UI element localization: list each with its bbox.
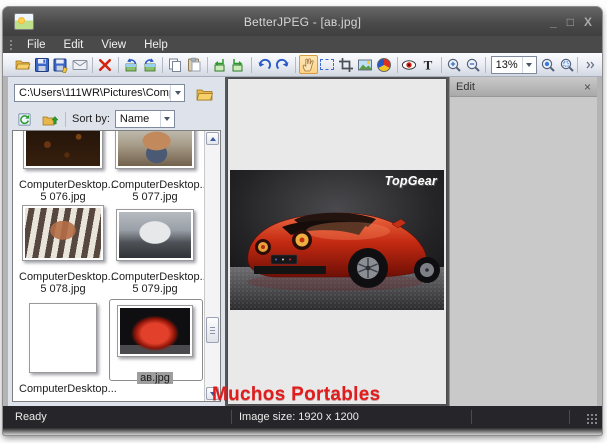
svg-text:T: T bbox=[424, 57, 433, 72]
redo-button[interactable] bbox=[273, 55, 292, 74]
toolbar-grip[interactable] bbox=[9, 57, 11, 72]
hand-tool-button[interactable] bbox=[298, 55, 318, 74]
undo-button[interactable] bbox=[254, 55, 273, 74]
zoom-level-combo[interactable]: 13% bbox=[490, 55, 537, 74]
zoom-in-button[interactable] bbox=[444, 55, 463, 74]
status-separator bbox=[231, 410, 232, 424]
edit-panel-header[interactable]: Edit × bbox=[450, 77, 597, 97]
selected-thumbnail-label: ав.jpg bbox=[137, 372, 173, 384]
main-photo[interactable]: TopGear bbox=[230, 170, 444, 310]
image-canvas[interactable]: TopGear bbox=[225, 77, 449, 406]
scroll-up-button[interactable] bbox=[206, 132, 219, 145]
zoom-level-value: 13% bbox=[495, 58, 518, 71]
rotate-image-left-button[interactable] bbox=[121, 55, 140, 74]
sort-combo-arrow[interactable] bbox=[159, 111, 174, 127]
menu-edit[interactable]: Edit bbox=[55, 38, 93, 52]
desktop: BetterJPEG - [ав.jpg] _ □ X File Edit Vi… bbox=[0, 0, 607, 443]
thumbnail-item[interactable]: ComputerDesktop... 5 077.jpg bbox=[111, 131, 209, 203]
folder-path-value: C:\Users\111WR\Pictures\Comput bbox=[19, 87, 170, 99]
thumbnail-list: ComputerDesktop... 5 076.jpg ComputerDesk… bbox=[12, 130, 221, 402]
menu-file[interactable]: File bbox=[18, 38, 55, 52]
browse-folder-button[interactable] bbox=[191, 84, 217, 104]
actual-size-button[interactable] bbox=[539, 55, 558, 74]
main-area: C:\Users\111WR\Pictures\Comput Sort by: … bbox=[3, 77, 602, 406]
sort-by-combo[interactable]: Name bbox=[114, 110, 175, 128]
file-browser-panel: C:\Users\111WR\Pictures\Comput Sort by: … bbox=[8, 77, 225, 406]
status-ready-text: Ready bbox=[15, 411, 47, 423]
color-balance-button[interactable] bbox=[375, 55, 394, 74]
toolbar: T 13% bbox=[3, 53, 602, 77]
sort-by-label: Sort by: bbox=[72, 113, 110, 125]
watermark-text: Muchos Portables bbox=[212, 384, 381, 405]
status-separator bbox=[569, 410, 570, 424]
edit-panel-close-button[interactable]: × bbox=[584, 80, 591, 94]
resize-grip[interactable] bbox=[586, 413, 598, 425]
window-title: BetterJPEG - [ав.jpg] bbox=[243, 14, 362, 29]
scrollbar-thumb[interactable] bbox=[206, 317, 219, 343]
window-bottom-frame bbox=[3, 428, 602, 435]
thumbnail-item[interactable]: ComputerDesktop... 5 079.jpg bbox=[111, 205, 209, 295]
save-button[interactable] bbox=[32, 55, 51, 74]
thumbnail-item[interactable]: ComputerDesktop... bbox=[19, 303, 117, 395]
thumbnail-item-selected[interactable]: ав.jpg bbox=[111, 305, 199, 384]
menu-grip[interactable] bbox=[9, 38, 13, 51]
menu-view[interactable]: View bbox=[92, 38, 135, 52]
thumbnail-label: ComputerDesktop... bbox=[111, 179, 209, 191]
status-image-size: Image size: 1920 x 1200 bbox=[239, 411, 359, 423]
refresh-button[interactable] bbox=[14, 110, 34, 129]
delete-button[interactable] bbox=[96, 55, 115, 74]
fit-to-window-button[interactable] bbox=[558, 55, 577, 74]
menu-help[interactable]: Help bbox=[135, 38, 177, 52]
open-button[interactable] bbox=[13, 55, 32, 74]
email-button[interactable] bbox=[70, 55, 89, 74]
thumbnail-item[interactable]: ComputerDesktop... 5 076.jpg bbox=[19, 131, 117, 203]
thumbnail-label: ComputerDesktop... bbox=[111, 271, 209, 283]
title-bar[interactable]: BetterJPEG - [ав.jpg] _ □ X bbox=[3, 7, 602, 36]
image-page[interactable]: TopGear bbox=[228, 79, 446, 404]
thumbnail-label: ComputerDesktop... bbox=[19, 271, 117, 283]
select-tool-button[interactable] bbox=[318, 55, 337, 74]
save-as-button[interactable] bbox=[51, 55, 70, 74]
thumbnail-label: ComputerDesktop... bbox=[19, 179, 117, 191]
thumbnail-label: ComputerDesktop... bbox=[19, 383, 117, 395]
menu-bar: File Edit View Help bbox=[3, 36, 602, 53]
paste-button[interactable] bbox=[185, 55, 204, 74]
topgear-logo: TopGear bbox=[384, 174, 437, 188]
zoom-combo-arrow[interactable] bbox=[521, 56, 536, 73]
minimize-button[interactable]: _ bbox=[550, 16, 557, 28]
rotate-image-right-button[interactable] bbox=[140, 55, 159, 74]
thumbnail-scrollbar[interactable] bbox=[204, 131, 220, 401]
lossless-rotate-right-button[interactable] bbox=[229, 55, 248, 74]
browser-toolbar: Sort by: Name bbox=[8, 109, 225, 129]
crop-tool-button[interactable] bbox=[337, 55, 356, 74]
toolbar-overflow-chevron[interactable] bbox=[580, 55, 599, 74]
image-adjust-button[interactable] bbox=[356, 55, 375, 74]
maximize-button[interactable]: □ bbox=[567, 16, 574, 28]
red-eye-removal-button[interactable] bbox=[400, 55, 419, 74]
folder-path-combo[interactable]: C:\Users\111WR\Pictures\Comput bbox=[14, 84, 185, 102]
status-separator bbox=[471, 410, 472, 424]
close-button[interactable]: X bbox=[584, 16, 592, 28]
copy-button[interactable] bbox=[166, 55, 185, 74]
edit-panel: Edit × bbox=[449, 77, 597, 406]
sort-by-value: Name bbox=[119, 113, 150, 125]
app-window: BetterJPEG - [ав.jpg] _ □ X File Edit Vi… bbox=[3, 7, 602, 435]
text-tool-button[interactable]: T bbox=[419, 55, 438, 74]
edit-panel-title: Edit bbox=[456, 80, 475, 93]
thumbnail-item[interactable]: ComputerDesktop... 5 078.jpg bbox=[19, 205, 117, 295]
zoom-out-button[interactable] bbox=[463, 55, 482, 74]
lossless-rotate-left-button[interactable] bbox=[210, 55, 229, 74]
status-bar: Ready Image size: 1920 x 1200 bbox=[3, 406, 602, 428]
path-combo-arrow[interactable] bbox=[170, 85, 184, 101]
parent-folder-button[interactable] bbox=[40, 110, 60, 129]
